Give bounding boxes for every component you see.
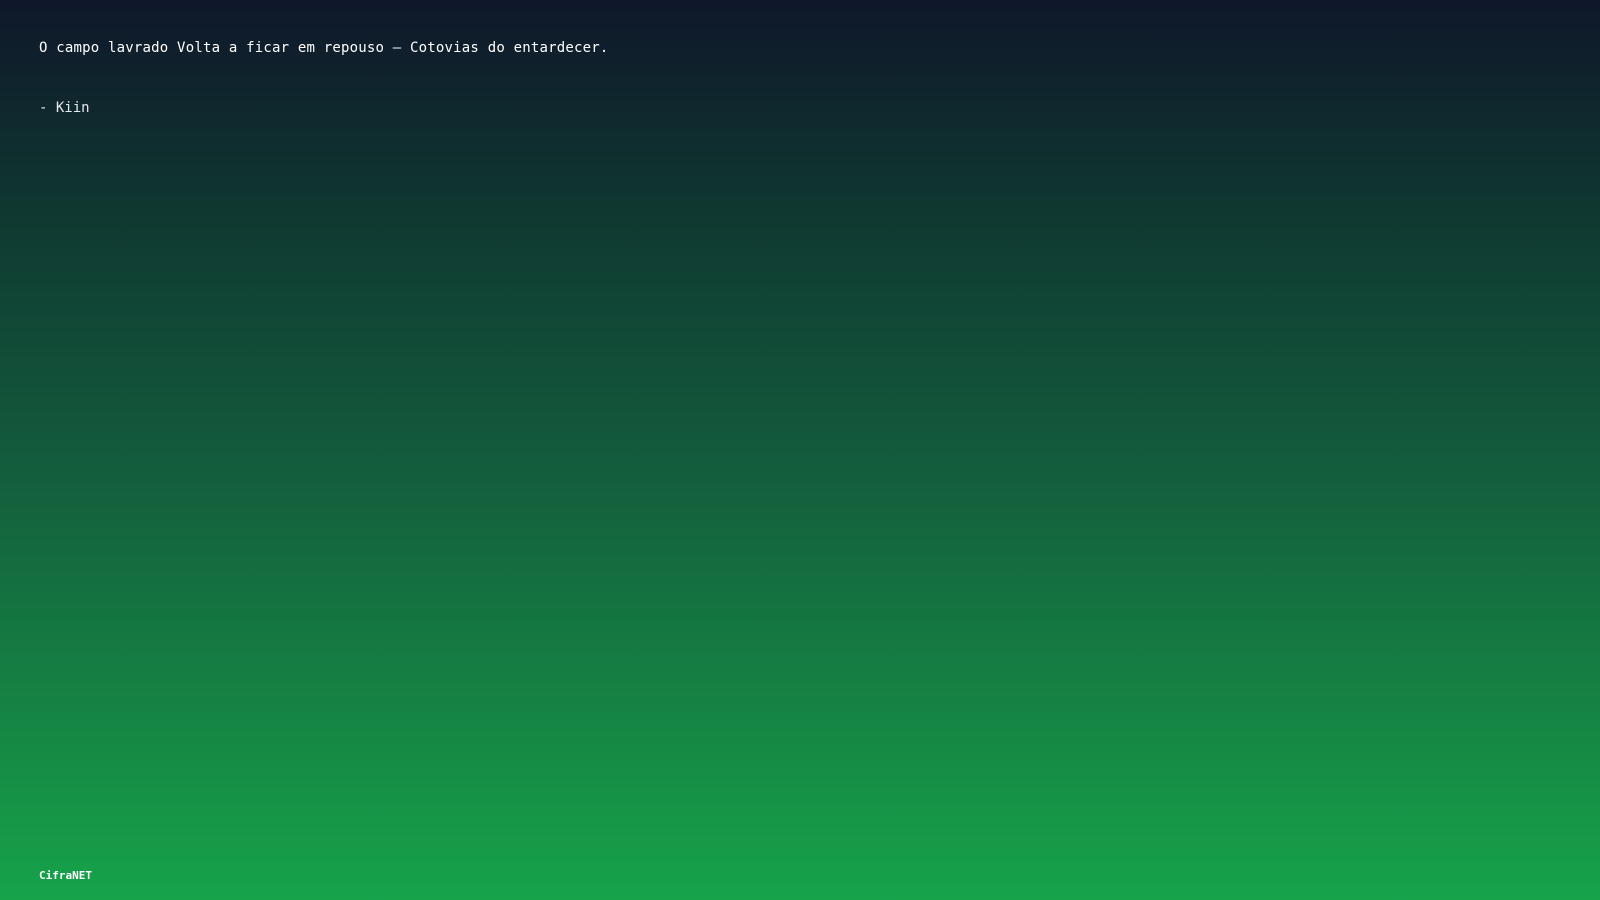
brand-name: CifraNET bbox=[39, 869, 92, 882]
quote-text: O campo lavrado Volta a ficar em repouso… bbox=[39, 40, 609, 56]
quote-author: - Kiin bbox=[39, 100, 90, 116]
